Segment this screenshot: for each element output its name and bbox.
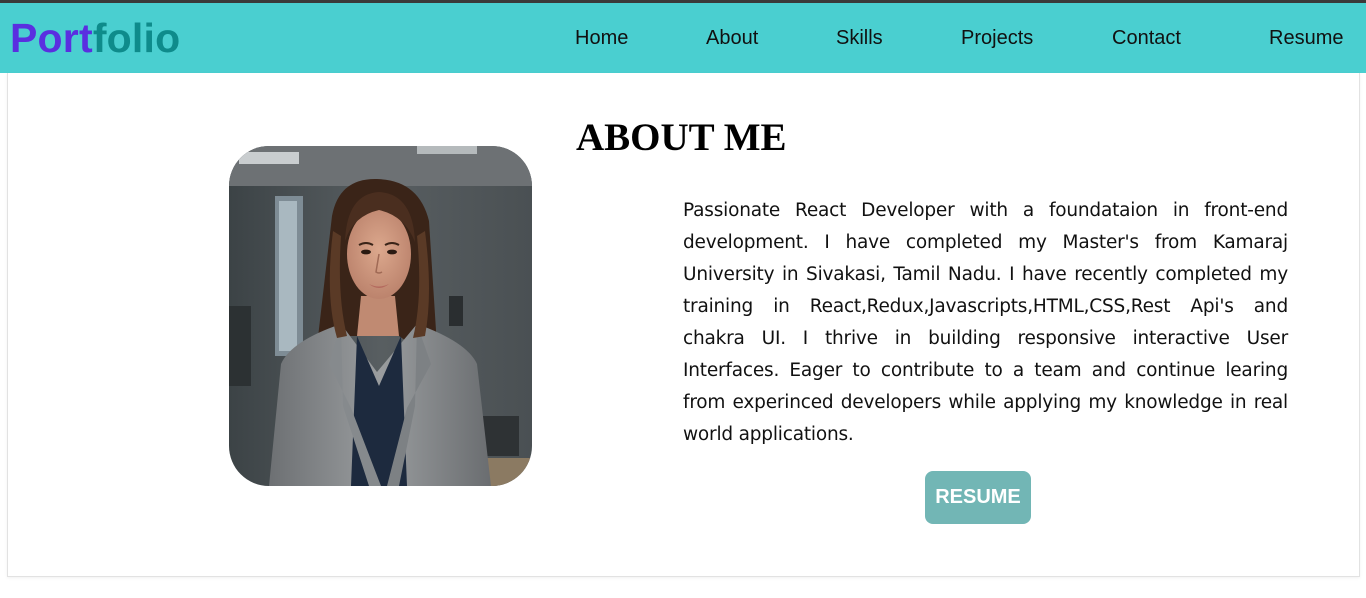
logo-part-folio: folio [92, 15, 181, 61]
about-me-heading: ABOUT ME [576, 116, 787, 159]
top-navbar: Portfolio Home About Skills Projects Con… [0, 3, 1366, 73]
nav-link-resume[interactable]: Resume [1269, 25, 1343, 51]
nav-link-home[interactable]: Home [575, 25, 628, 51]
nav-link-about[interactable]: About [706, 25, 758, 51]
nav-link-contact[interactable]: Contact [1112, 25, 1181, 51]
logo-part-port: Port [10, 15, 93, 61]
resume-button[interactable]: RESUME [925, 471, 1031, 524]
nav-link-skills[interactable]: Skills [836, 25, 883, 51]
nav-link-projects[interactable]: Projects [961, 25, 1033, 51]
portfolio-logo[interactable]: Portfolio [10, 15, 180, 61]
profile-photo [229, 146, 532, 486]
about-me-paragraph: Passionate React Developer with a founda… [683, 200, 1288, 445]
